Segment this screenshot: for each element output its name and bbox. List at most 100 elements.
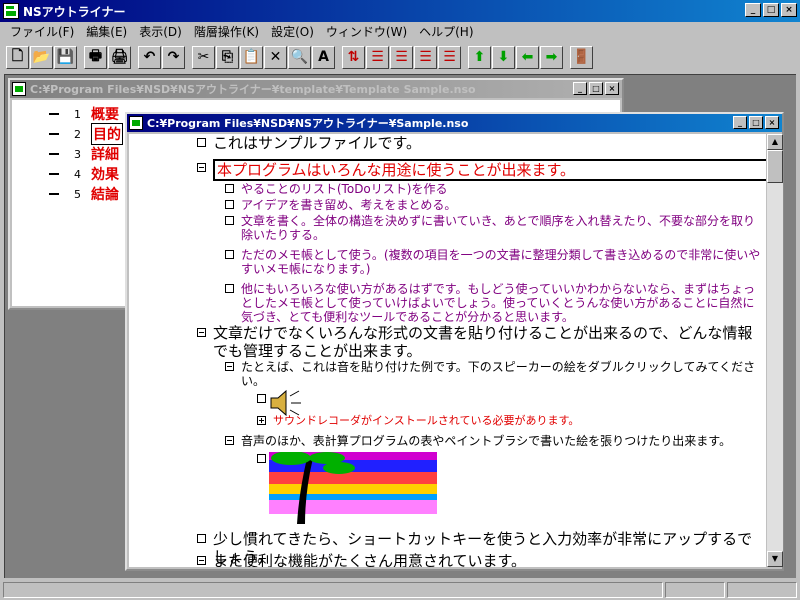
redo-icon[interactable]: ↷ — [162, 45, 185, 69]
leaf-node-icon[interactable] — [225, 216, 234, 225]
close-button[interactable]: × — [781, 3, 797, 17]
menu-item-4[interactable]: 設定(O) — [265, 23, 320, 40]
outline-folder[interactable]: 文章だけでなくいろんな形式の文書を貼り付けることが出来るので、どんな情報でも管理… — [197, 324, 758, 360]
menu-bar: ファイル(F) 編集(E) 表示(D) 階層操作(K) 設定(O) ウィンドウ(W) ヘルプ… — [0, 22, 800, 41]
print-icon[interactable]: 🖶 — [84, 45, 107, 69]
sort-4-icon[interactable]: ☰ — [414, 45, 437, 69]
move-down-icon[interactable]: ⬇ — [492, 45, 515, 69]
dash-icon — [49, 113, 59, 115]
print-preview-icon[interactable]: 🖨 — [108, 45, 131, 69]
outline-item-text: ただのメモ帳として使う。(複数の項目を一つの文書に整理分類して書き込めるので非常… — [241, 248, 761, 276]
menu-item-1[interactable]: 編集(E) — [80, 23, 133, 40]
window-controls: _ □ × — [745, 3, 797, 17]
outline-folder[interactable]: 音声のほか、表計算プログラムの表やペイントブラシで書いた絵を張りつけたり出来ます… — [225, 434, 761, 448]
template-row[interactable]: 3 詳細 — [12, 144, 119, 164]
document-icon[interactable] — [12, 82, 26, 96]
dash-icon — [49, 193, 59, 195]
save-icon[interactable]: 💾 — [54, 45, 77, 69]
menu-item-5[interactable]: ウィンドウ(W) — [320, 23, 413, 40]
outline-item[interactable]: 文章を書く。全体の構造を決めずに書いていき、あとで順序を入れ替えたり、不要な部分… — [225, 214, 761, 242]
minimize-button[interactable]: _ — [745, 3, 761, 17]
document-icon[interactable] — [129, 116, 143, 130]
sort-3-icon[interactable]: ☰ — [390, 45, 413, 69]
outline-item-text: たとえば、これは音を貼り付けた例です。下のスピーカーの絵をダブルクリックしてみて… — [241, 360, 756, 388]
new-document-icon[interactable]: 🗋 — [6, 45, 29, 69]
outline-item-text: サウンドレコーダがインストールされている必要があります。 — [273, 414, 580, 427]
outline-item[interactable]: 他にもいろいろな使い方があるはずです。もしどう使っていいかわからないなら、まずは… — [225, 282, 761, 324]
maximize-button[interactable]: □ — [763, 3, 779, 17]
dash-icon — [49, 153, 59, 155]
app-icon[interactable] — [3, 3, 19, 19]
template-row[interactable]: 4 効果 — [12, 164, 119, 184]
expand-icon[interactable] — [257, 416, 266, 425]
embedded-picture[interactable] — [269, 452, 437, 524]
leaf-node-icon[interactable] — [257, 454, 266, 463]
collapse-icon[interactable] — [197, 328, 206, 337]
collapse-icon[interactable] — [225, 436, 234, 445]
move-right-icon[interactable]: ➡ — [540, 45, 563, 69]
outline-item[interactable]: これはサンプルファイルです。 — [197, 134, 758, 152]
leaf-node-icon[interactable] — [225, 250, 234, 259]
status-pane-2 — [665, 582, 725, 598]
move-left-icon[interactable]: ⬅ — [516, 45, 539, 69]
leaf-node-icon[interactable] — [225, 284, 234, 293]
sample-maximize-button[interactable]: □ — [749, 116, 763, 129]
template-row[interactable]: 2 目的 — [12, 123, 123, 145]
copy-icon[interactable]: ⎘ — [216, 45, 239, 69]
vertical-scrollbar[interactable]: ▲ ▼ — [767, 134, 783, 567]
outline-folder[interactable]: サウンドレコーダがインストールされている必要があります。 — [257, 414, 763, 427]
exit-icon[interactable]: 🚪 — [570, 45, 593, 69]
speaker-icon[interactable] — [269, 388, 303, 418]
collapse-icon[interactable] — [197, 556, 206, 565]
sample-close-button[interactable]: × — [765, 116, 779, 129]
sort-5-icon[interactable]: ☰ — [438, 45, 461, 69]
template-window-title-bar[interactable]: C:¥Program Files¥NSD¥NSアウトライナー¥template¥… — [10, 80, 622, 98]
scroll-up-icon[interactable]: ▲ — [767, 134, 783, 150]
template-close-button[interactable]: × — [605, 82, 619, 95]
template-row[interactable]: 1 概要 — [12, 104, 119, 124]
undo-icon[interactable]: ↶ — [138, 45, 161, 69]
leaf-node-icon[interactable] — [225, 184, 234, 193]
move-up-icon[interactable]: ⬆ — [468, 45, 491, 69]
outline-item[interactable]: アイデアを書き留め、考えをまとめる。 — [225, 198, 761, 212]
leaf-node-icon[interactable] — [257, 394, 266, 403]
scroll-down-icon[interactable]: ▼ — [767, 551, 783, 567]
toolbar: 🗋 📂 💾 🖶 🖨 ↶ ↷ ✂ ⎘ 📋 ✕ 🔍 A ⇅ ☰ ☰ ☰ ☰ ⬆ ⬇ ⬅ ➡ 🚪 — [0, 42, 800, 72]
status-pane-3 — [727, 582, 797, 598]
outline-item[interactable]: やることのリスト(ToDoリスト)を作る — [225, 182, 761, 196]
template-row[interactable]: 5 結論 — [12, 184, 119, 204]
outline-item[interactable]: ただのメモ帳として使う。(複数の項目を一つの文書に整理分類して書き込めるので非常… — [225, 248, 761, 276]
sort-2-icon[interactable]: ☰ — [366, 45, 389, 69]
template-minimize-button[interactable]: _ — [573, 82, 587, 95]
font-icon[interactable]: A — [312, 45, 335, 69]
app-title-bar[interactable]: NSアウトライナー _ □ × — [0, 0, 800, 22]
leaf-node-icon[interactable] — [225, 200, 234, 209]
menu-item-6[interactable]: ヘルプ(H) — [413, 23, 479, 40]
sample-window[interactable]: C:¥Program Files¥NSD¥NSアウトライナー¥Sample.ns… — [125, 112, 784, 571]
delete-icon[interactable]: ✕ — [264, 45, 287, 69]
row-number: 2 — [74, 127, 81, 141]
scroll-thumb[interactable] — [767, 150, 783, 183]
outline-folder[interactable]: また便利な機能がたくさん用意されています。 — [197, 552, 758, 567]
cut-icon[interactable]: ✂ — [192, 45, 215, 69]
leaf-node-icon[interactable] — [197, 534, 206, 543]
outline-item[interactable] — [257, 392, 763, 403]
sample-window-title-bar[interactable]: C:¥Program Files¥NSD¥NSアウトライナー¥Sample.ns… — [127, 114, 782, 132]
sort-1-icon[interactable]: ⇅ — [342, 45, 365, 69]
menu-item-2[interactable]: 表示(D) — [133, 23, 188, 40]
outline-folder[interactable]: たとえば、これは音を貼り付けた例です。下のスピーカーの絵をダブルクリックしてみて… — [225, 360, 761, 388]
menu-item-3[interactable]: 階層操作(K) — [188, 23, 265, 40]
collapse-icon[interactable] — [197, 163, 206, 172]
outline-view[interactable]: これはサンプルファイルです。本プログラムはいろんな用途に使うことが出来ます。 やる… — [129, 134, 766, 567]
outline-item-text: 音声のほか、表計算プログラムの表やペイントブラシで書いた絵を張りつけたり出来ます… — [241, 434, 732, 448]
collapse-icon[interactable] — [225, 362, 234, 371]
find-icon[interactable]: 🔍 — [288, 45, 311, 69]
template-maximize-button[interactable]: □ — [589, 82, 603, 95]
menu-item-0[interactable]: ファイル(F) — [4, 23, 80, 40]
status-bar — [0, 580, 800, 600]
paste-icon[interactable]: 📋 — [240, 45, 263, 69]
open-folder-icon[interactable]: 📂 — [30, 45, 53, 69]
outline-folder[interactable]: 本プログラムはいろんな用途に使うことが出来ます。 — [197, 159, 766, 181]
leaf-node-icon[interactable] — [197, 138, 206, 147]
sample-minimize-button[interactable]: _ — [733, 116, 747, 129]
